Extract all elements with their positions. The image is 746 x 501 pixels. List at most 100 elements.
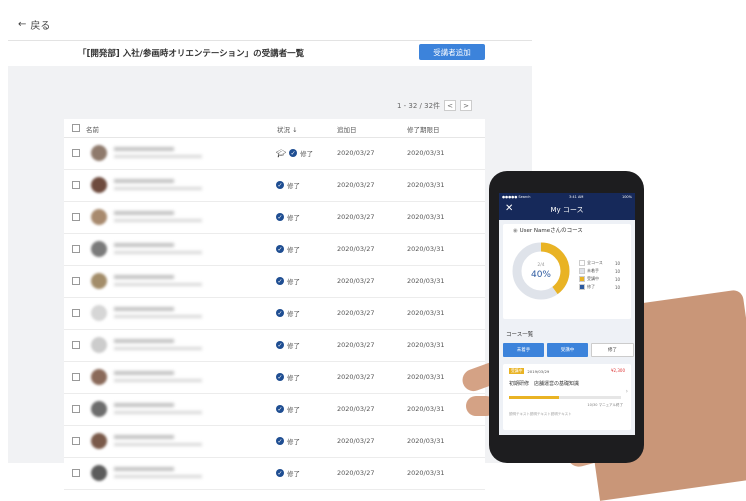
status-text: 修了 — [287, 470, 300, 478]
table-row[interactable]: ✓ 修了 2020/03/27 2020/03/31 — [64, 234, 485, 266]
course-list-label: コース一覧 — [506, 332, 534, 338]
due-date: 2020/03/31 — [407, 213, 445, 221]
due-date: 2020/03/31 — [407, 245, 445, 253]
legend-label: 全コース — [587, 260, 603, 265]
header-status[interactable]: 状況 ↓ — [277, 124, 298, 134]
due-date: 2020/03/31 — [407, 309, 445, 317]
status-text: 修了 — [287, 374, 300, 382]
prev-page-button[interactable]: < — [444, 100, 457, 111]
donut-percent-label: 40% — [531, 270, 551, 280]
blurred-email — [114, 155, 202, 158]
avatar — [91, 209, 107, 225]
back-link[interactable]: ← 戻る — [18, 17, 50, 32]
blurred-name — [114, 307, 174, 311]
status-cell: ✓ 修了 — [276, 468, 300, 478]
legend-value: 10 — [615, 276, 621, 282]
course-title: 初期研修 店舗運営の基礎知識 — [509, 381, 580, 387]
row-checkbox[interactable] — [72, 245, 80, 253]
progress-donut-chart: 2/4 40% — [512, 242, 570, 300]
header-added: 追加日 — [337, 126, 357, 134]
blurred-name — [114, 275, 174, 279]
check-circle-icon: ✓ — [276, 437, 284, 445]
back-label: 戻る — [30, 21, 51, 32]
avatar — [91, 465, 107, 481]
row-checkbox[interactable] — [72, 181, 80, 189]
check-circle-icon: ✓ — [276, 373, 284, 381]
pagination: 1 - 32 / 32件 < > — [397, 100, 473, 111]
added-date: 2020/03/27 — [337, 341, 375, 349]
row-checkbox[interactable] — [72, 149, 80, 157]
due-date: 2020/03/31 — [407, 149, 445, 157]
check-circle-icon: ✓ — [276, 341, 284, 349]
user-course-text: User Nameさんのコース — [519, 228, 583, 234]
avatar — [91, 177, 107, 193]
added-date: 2020/03/27 — [337, 437, 375, 445]
due-date: 2020/03/31 — [407, 469, 445, 477]
blurred-name — [114, 467, 174, 471]
arrow-left-icon: ← — [18, 19, 27, 30]
due-date: 2020/03/31 — [407, 277, 445, 285]
select-all-checkbox[interactable] — [72, 124, 80, 132]
status-cell: 🎓︎ ✓ 修了 — [276, 148, 314, 159]
tab-not-started[interactable]: 未着手 — [503, 343, 544, 357]
next-page-button[interactable]: > — [460, 100, 473, 111]
add-attendee-button[interactable]: 受講者追加 — [419, 44, 485, 60]
due-date: 2020/03/31 — [407, 341, 445, 349]
table-row[interactable]: ✓ 修了 2020/03/27 2020/03/31 — [64, 266, 485, 298]
page-title: 「[開発部] 入社/参画時オリエンテーション」の受講者一覧 — [78, 49, 305, 59]
donut-legend: 全コース 10 未着手 10 受講中 10 修了 10 — [579, 259, 620, 291]
course-card[interactable]: 受講中 2019/03/29 ¥2,300 初期研修 店舗運営の基礎知識 10/… — [503, 364, 631, 430]
table-row[interactable]: 🎓︎ ✓ 修了 2020/03/27 2020/03/31 — [64, 138, 485, 170]
table-row[interactable]: ✓ 修了 2020/03/27 2020/03/31 — [64, 426, 485, 458]
table-row[interactable]: ✓ 修了 2020/03/27 2020/03/31 — [64, 202, 485, 234]
row-checkbox[interactable] — [72, 341, 80, 349]
check-circle-icon: ✓ — [289, 149, 298, 157]
status-cell: ✓ 修了 — [276, 180, 300, 190]
status-text: 修了 — [287, 438, 300, 446]
status-text: 修了 — [300, 150, 314, 158]
table-row[interactable]: ✓ 修了 2020/03/27 2020/03/31 — [64, 170, 485, 202]
mobile-screen: ●●●●● Search 3:41 AM 100% ✕ My コース ◉ Use… — [499, 193, 635, 435]
table-row[interactable]: ✓ 修了 2020/03/27 2020/03/31 — [64, 298, 485, 330]
row-checkbox[interactable] — [72, 469, 80, 477]
due-date: 2020/03/31 — [407, 181, 445, 189]
status-cell: ✓ 修了 — [276, 308, 300, 318]
blurred-name — [114, 243, 174, 247]
check-circle-icon: ✓ — [276, 277, 284, 285]
status-cell: ✓ 修了 — [276, 276, 300, 286]
row-checkbox[interactable] — [72, 405, 80, 413]
user-icon: ◉ — [513, 228, 518, 234]
status-cell: ✓ 修了 — [276, 244, 300, 254]
added-date: 2020/03/27 — [337, 373, 375, 381]
legend-label: 未着手 — [587, 268, 599, 273]
status-text: 修了 — [287, 310, 300, 318]
legend-swatch — [579, 284, 585, 290]
status-text: 修了 — [287, 246, 300, 254]
tab-in-progress[interactable]: 受講中 — [547, 343, 588, 357]
row-checkbox[interactable] — [72, 373, 80, 381]
course-date: 2019/03/29 — [527, 368, 550, 374]
row-checkbox[interactable] — [72, 277, 80, 285]
table-row[interactable]: ✓ 修了 2020/03/27 2020/03/31 — [64, 330, 485, 362]
status-text: 修了 — [287, 278, 300, 286]
blurred-email — [114, 443, 202, 446]
status-cell: ✓ 修了 — [276, 404, 300, 414]
blurred-name — [114, 147, 174, 151]
pagination-range: 1 - 32 / 32件 — [397, 101, 441, 110]
table-row[interactable]: ✓ 修了 2020/03/27 2020/03/31 — [64, 394, 485, 426]
tab-completed[interactable]: 修了 — [591, 343, 634, 357]
mobile-nav-bar: ✕ My コース — [499, 200, 635, 220]
legend-item: 修了 10 — [579, 283, 620, 291]
header-due: 修了期限日 — [407, 126, 440, 134]
blurred-email — [114, 219, 202, 222]
row-checkbox[interactable] — [72, 213, 80, 221]
table-row[interactable]: ✓ 修了 2020/03/27 2020/03/31 — [64, 362, 485, 394]
status-cell: ✓ 修了 — [276, 436, 300, 446]
row-checkbox[interactable] — [72, 437, 80, 445]
legend-label: 受講中 — [587, 276, 599, 281]
row-checkbox[interactable] — [72, 309, 80, 317]
check-circle-icon: ✓ — [276, 213, 284, 221]
status-text: 修了 — [287, 406, 300, 414]
blurred-name — [114, 179, 174, 183]
close-icon[interactable]: ✕ — [505, 203, 513, 214]
